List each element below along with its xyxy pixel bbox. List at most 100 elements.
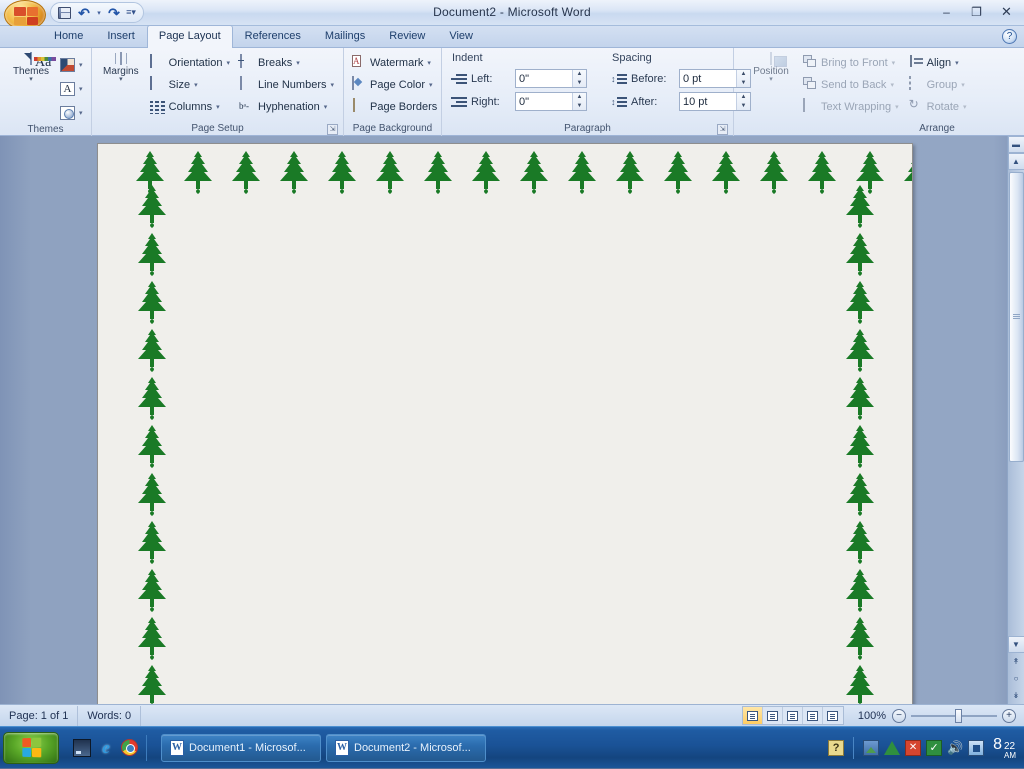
scroll-split-button[interactable]: ▬ xyxy=(1008,136,1024,153)
indent-right-input[interactable] xyxy=(516,93,572,110)
page-color-icon xyxy=(351,77,367,93)
ribbon-group-paragraph: Indent Left: ▲▼ Right: xyxy=(442,48,734,136)
spacing-after-label: After: xyxy=(631,96,675,108)
page-borders-button[interactable]: Page Borders xyxy=(349,96,441,117)
border-tree xyxy=(128,520,176,567)
columns-label: Columns xyxy=(169,101,212,113)
breaks-button[interactable]: Breaks ▾ xyxy=(237,52,338,73)
print-layout-view-button[interactable] xyxy=(743,707,763,724)
send-to-back-button[interactable]: Send to Back ▾ xyxy=(800,74,903,95)
scroll-up-button[interactable]: ▲ xyxy=(1008,153,1024,170)
document-page[interactable] xyxy=(97,143,913,704)
zoom-in-button[interactable]: + xyxy=(1002,709,1016,723)
help-tray-icon[interactable]: ? xyxy=(828,740,844,756)
tab-references[interactable]: References xyxy=(233,25,313,47)
web-layout-view-button[interactable] xyxy=(783,707,803,724)
chevron-down-icon: ▾ xyxy=(79,109,83,117)
scroll-down-button[interactable]: ▼ xyxy=(1008,636,1024,653)
word-count-indicator[interactable]: Words: 0 xyxy=(78,706,141,726)
page-indicator[interactable]: Page: 1 of 1 xyxy=(0,706,78,726)
position-button[interactable]: Position ▾ xyxy=(745,51,797,83)
outline-icon xyxy=(807,711,818,721)
zoom-out-button[interactable]: − xyxy=(892,709,906,723)
watermark-button[interactable]: A Watermark ▾ xyxy=(349,52,441,73)
indent-right-spin-arrows[interactable]: ▲▼ xyxy=(572,93,586,110)
columns-button[interactable]: Columns ▾ xyxy=(148,96,234,117)
hyphenation-button[interactable]: bᵃ‑ Hyphenation ▾ xyxy=(237,96,338,117)
tab-insert[interactable]: Insert xyxy=(95,25,147,47)
indent-right-spinner[interactable]: ▲▼ xyxy=(515,92,587,111)
scrollbar-track[interactable] xyxy=(1009,462,1024,636)
green-check-tray-icon[interactable] xyxy=(926,740,942,756)
margins-button[interactable]: Margins ▾ xyxy=(97,51,145,83)
next-page-button[interactable]: ↡ xyxy=(1008,687,1024,704)
document-canvas[interactable] xyxy=(0,136,1024,704)
picture-tray-icon[interactable] xyxy=(863,740,879,756)
google-chrome-icon[interactable] xyxy=(121,739,138,756)
indent-left-spinner[interactable]: ▲▼ xyxy=(515,69,587,88)
vertical-scrollbar[interactable]: ▬ ▲ ▼ ↟ ○ ↡ xyxy=(1007,136,1024,704)
border-tree xyxy=(128,616,176,663)
internet-explorer-icon[interactable]: e xyxy=(97,739,115,757)
indent-left-spin-arrows[interactable]: ▲▼ xyxy=(572,70,586,87)
close-button[interactable]: ✕ xyxy=(993,2,1020,21)
tab-review[interactable]: Review xyxy=(377,25,437,47)
chevron-down-icon: ▾ xyxy=(961,81,965,89)
select-browse-object-button[interactable]: ○ xyxy=(1008,670,1024,687)
tab-page-layout[interactable]: Page Layout xyxy=(147,25,233,48)
orientation-button[interactable]: Orientation ▾ xyxy=(148,52,234,73)
indent-heading: Indent xyxy=(451,51,587,66)
theme-fonts-button[interactable]: A ▾ xyxy=(60,78,83,99)
outline-view-button[interactable] xyxy=(803,707,823,724)
border-tree xyxy=(366,150,414,197)
zoom-slider-thumb[interactable] xyxy=(955,709,962,723)
tab-home[interactable]: Home xyxy=(42,25,95,47)
show-desktop-icon[interactable] xyxy=(73,739,91,757)
minimize-button[interactable]: – xyxy=(933,2,960,21)
size-button[interactable]: Size ▾ xyxy=(148,74,234,95)
bring-to-front-button[interactable]: Bring to Front ▾ xyxy=(800,52,903,73)
spacing-after-input[interactable] xyxy=(680,93,736,110)
spacing-before-label: Before: xyxy=(631,73,675,85)
spacing-before-input[interactable] xyxy=(680,70,736,87)
volume-tray-icon[interactable]: 🔊 xyxy=(947,740,963,756)
tab-mailings[interactable]: Mailings xyxy=(313,25,377,47)
border-tree xyxy=(836,424,884,471)
size-label: Size xyxy=(169,79,190,91)
taskbar-item-document2[interactable]: Document2 - Microsof... xyxy=(326,734,486,762)
border-tree xyxy=(462,150,510,197)
scrollbar-thumb[interactable] xyxy=(1009,172,1024,462)
chevron-down-icon: ▾ xyxy=(963,103,967,111)
zoom-slider[interactable] xyxy=(911,709,997,723)
border-tree xyxy=(606,150,654,197)
page-color-button[interactable]: Page Color ▾ xyxy=(349,74,441,95)
indent-left-input[interactable] xyxy=(516,70,572,87)
themes-button[interactable]: Aa Themes ▾ xyxy=(5,51,57,83)
network-tray-icon[interactable] xyxy=(968,740,984,756)
zoom-level[interactable]: 100% xyxy=(852,710,892,722)
border-tree xyxy=(222,150,270,197)
start-button[interactable] xyxy=(3,732,59,764)
border-tree xyxy=(836,472,884,519)
green-triangle-tray-icon[interactable] xyxy=(884,741,900,755)
group-button[interactable]: Group ▾ xyxy=(906,74,971,95)
theme-colors-button[interactable]: ▾ xyxy=(60,54,83,75)
previous-page-button[interactable]: ↟ xyxy=(1008,653,1024,670)
draft-view-button[interactable] xyxy=(823,707,843,724)
paragraph-dialog-launcher[interactable]: ⇲ xyxy=(717,124,728,135)
text-wrapping-button[interactable]: Text Wrapping ▾ xyxy=(800,96,903,117)
chevron-down-icon: ▾ xyxy=(769,77,773,83)
line-numbers-button[interactable]: Line Numbers ▾ xyxy=(237,74,338,95)
border-tree xyxy=(558,150,606,197)
page-setup-dialog-launcher[interactable]: ⇲ xyxy=(327,124,338,135)
help-icon[interactable]: ? xyxy=(1002,29,1017,44)
tab-view[interactable]: View xyxy=(437,25,485,47)
theme-effects-button[interactable]: ▾ xyxy=(60,102,83,123)
full-screen-reading-view-button[interactable] xyxy=(763,707,783,724)
system-clock[interactable]: 8 22 AM xyxy=(989,736,1016,760)
taskbar-item-document1[interactable]: Document1 - Microsof... xyxy=(161,734,321,762)
align-button[interactable]: Align ▾ xyxy=(906,52,971,73)
rotate-button[interactable]: Rotate ▾ xyxy=(906,96,971,117)
restore-button[interactable]: ❐ xyxy=(963,2,990,21)
red-error-tray-icon[interactable] xyxy=(905,740,921,756)
